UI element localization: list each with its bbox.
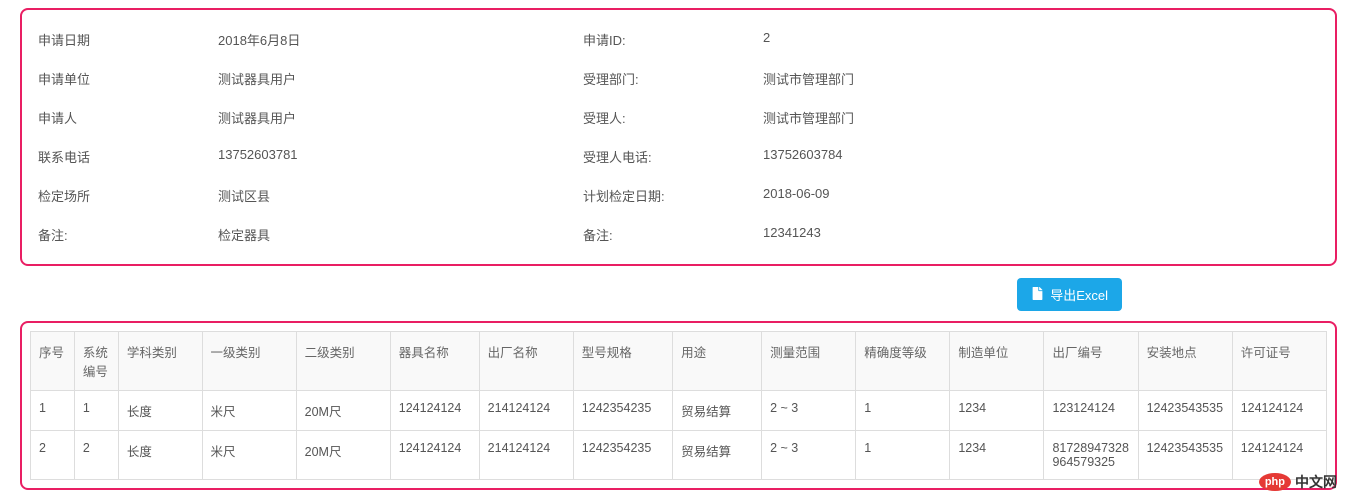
label-location: 检定场所 [38,186,218,205]
label-apply-org: 申请单位 [38,69,218,88]
label-acceptor-phone: 受理人电话: [583,147,763,166]
th-range: 测量范围 [762,332,856,391]
cell-range: 2 ~ 3 [762,391,856,431]
label-apply-date: 申请日期 [38,30,218,49]
value-phone: 13752603781 [218,147,583,166]
cell-model: 1242354235 [573,391,672,431]
cell-fname: 214124124 [479,391,573,431]
value-acceptor: 测试市管理部门 [763,108,1128,127]
info-row: 检定场所 测试区县 计划检定日期: 2018-06-09 [38,186,1319,205]
th-fname: 出厂名称 [479,332,573,391]
label-plan-date: 计划检定日期: [583,186,763,205]
cell-loc: 12423543535 [1138,431,1232,480]
cell-fno: 81728947328964579325 [1044,431,1138,480]
cell-use: 贸易结算 [673,391,762,431]
th-name: 器具名称 [390,332,479,391]
value-remark1: 检定器具 [218,225,583,244]
cell-l2: 20M尺 [296,391,390,431]
watermark: php 中文网 [1259,472,1337,492]
info-row: 备注: 检定器具 备注: 12341243 [38,225,1319,244]
cell-fname: 214124124 [479,431,573,480]
label-remark2: 备注: [583,225,763,244]
value-remark2: 12341243 [763,225,1128,244]
th-use: 用途 [673,332,762,391]
th-manu: 制造单位 [950,332,1044,391]
export-row: 导出Excel [20,278,1337,311]
cell-acc: 1 [856,391,950,431]
cell-model: 1242354235 [573,431,672,480]
cell-fno: 123124124 [1044,391,1138,431]
th-l1: 一级类别 [202,332,296,391]
th-l2: 二级类别 [296,332,390,391]
th-seq: 序号 [31,332,75,391]
th-sci: 学科类别 [118,332,202,391]
cell-sys: 1 [74,391,118,431]
cell-range: 2 ~ 3 [762,431,856,480]
watermark-text: 中文网 [1295,472,1337,492]
cell-sys: 2 [74,431,118,480]
label-apply-id: 申请ID: [583,30,763,49]
export-label: 导出Excel [1050,285,1108,304]
cell-name: 124124124 [390,431,479,480]
th-lic: 许可证号 [1232,332,1326,391]
label-remark1: 备注: [38,225,218,244]
label-accept-dept: 受理部门: [583,69,763,88]
cell-name: 124124124 [390,391,479,431]
label-phone: 联系电话 [38,147,218,166]
th-acc: 精确度等级 [856,332,950,391]
cell-seq: 1 [31,391,75,431]
value-accept-dept: 测试市管理部门 [763,69,1128,88]
cell-manu: 1234 [950,391,1044,431]
table-row: 22长度米尺20M尺1241241242141241241242354235贸易… [31,431,1327,480]
label-applicant: 申请人 [38,108,218,127]
value-acceptor-phone: 13752603784 [763,147,1128,166]
th-fno: 出厂编号 [1044,332,1138,391]
info-row: 联系电话 13752603781 受理人电话: 13752603784 [38,147,1319,166]
value-plan-date: 2018-06-09 [763,186,1128,205]
php-badge: php [1259,473,1291,491]
value-apply-org: 测试器具用户 [218,69,583,88]
file-icon [1031,287,1044,303]
cell-l1: 米尺 [202,431,296,480]
info-row: 申请单位 测试器具用户 受理部门: 测试市管理部门 [38,69,1319,88]
th-loc: 安装地点 [1138,332,1232,391]
info-row: 申请日期 2018年6月8日 申请ID: 2 [38,30,1319,49]
export-excel-button[interactable]: 导出Excel [1017,278,1122,311]
th-sys: 系统编号 [74,332,118,391]
value-apply-id: 2 [763,30,1128,49]
table-row: 11长度米尺20M尺1241241242141241241242354235贸易… [31,391,1327,431]
th-model: 型号规格 [573,332,672,391]
label-acceptor: 受理人: [583,108,763,127]
value-apply-date: 2018年6月8日 [218,30,583,49]
cell-manu: 1234 [950,431,1044,480]
cell-use: 贸易结算 [673,431,762,480]
cell-l1: 米尺 [202,391,296,431]
cell-l2: 20M尺 [296,431,390,480]
cell-lic: 124124124 [1232,391,1326,431]
cell-sci: 长度 [118,391,202,431]
cell-sci: 长度 [118,431,202,480]
instrument-table: 序号 系统编号 学科类别 一级类别 二级类别 器具名称 出厂名称 型号规格 用途… [30,331,1327,480]
value-location: 测试区县 [218,186,583,205]
application-info-panel: 申请日期 2018年6月8日 申请ID: 2 申请单位 测试器具用户 受理部门:… [20,8,1337,266]
data-table-panel: 序号 系统编号 学科类别 一级类别 二级类别 器具名称 出厂名称 型号规格 用途… [20,321,1337,490]
info-row: 申请人 测试器具用户 受理人: 测试市管理部门 [38,108,1319,127]
cell-acc: 1 [856,431,950,480]
cell-seq: 2 [31,431,75,480]
value-applicant: 测试器具用户 [218,108,583,127]
cell-loc: 12423543535 [1138,391,1232,431]
